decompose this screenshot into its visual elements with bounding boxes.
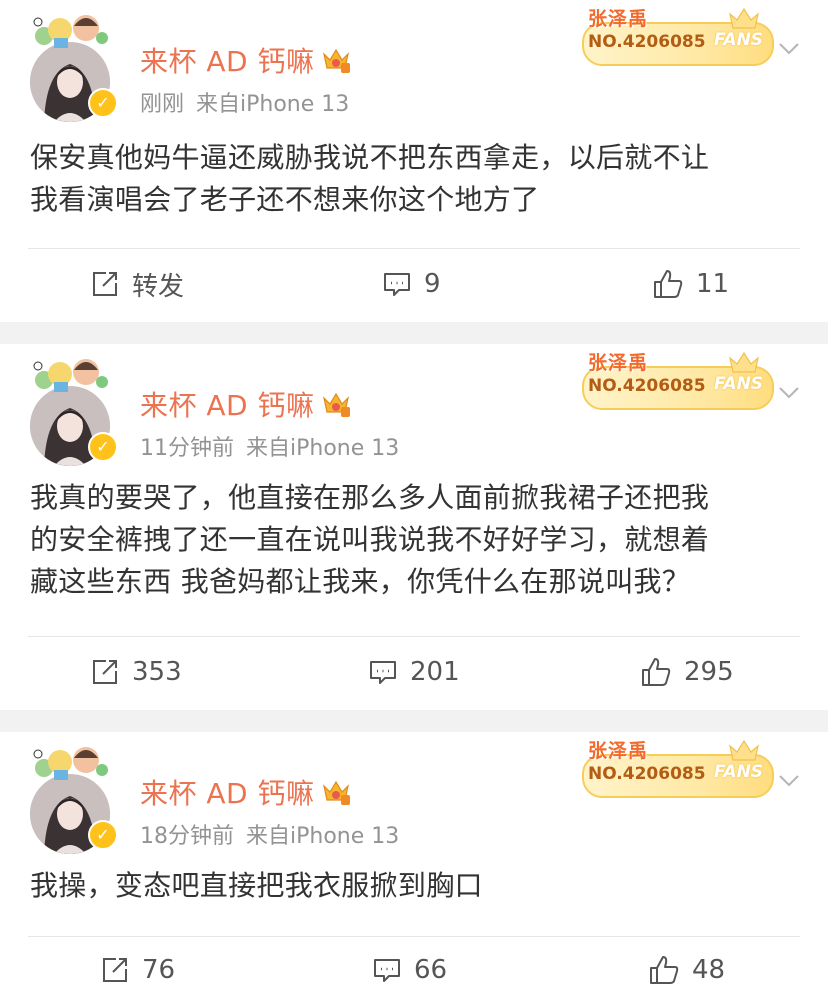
divider	[28, 248, 800, 249]
fans-number: NO.4206085	[588, 376, 706, 396]
thumbs-up-icon	[654, 270, 683, 298]
fans-number: NO.4206085	[588, 764, 706, 784]
repost-button[interactable]: 353	[90, 654, 182, 690]
verified-badge-icon: ✓	[88, 432, 118, 462]
post-meta: 18分钟前 来自iPhone 13	[140, 818, 399, 850]
comment-button[interactable]: 201	[368, 654, 460, 690]
post-body-line: 我看演唱会了老子还不想来你这个地方了	[30, 183, 540, 216]
username[interactable]: 来杯 AD 钙嘛	[140, 40, 351, 80]
avatar-with-pendant[interactable]: ✓	[30, 352, 122, 466]
post-body: 保安真他妈牛逼还威胁我说不把东西拿走，以后就不让 我看演唱会了老子还不想来你这个…	[30, 137, 800, 221]
comment-button[interactable]: 66	[372, 952, 447, 988]
repost-count: 76	[142, 955, 176, 985]
comment-count: 201	[410, 657, 460, 687]
post-body-line: 藏这些东西 我爸妈都让我来，你凭什么在那说叫我？	[30, 565, 691, 598]
weibo-post: ✓ 来杯 AD 钙嘛 18分钟前 来自iPhone 13 张泽禹 NO.42060…	[0, 732, 828, 1000]
like-count: 11	[696, 269, 730, 299]
repost-count: 353	[132, 657, 182, 687]
repost-icon	[93, 272, 117, 296]
comment-count: 9	[424, 269, 441, 299]
post-source: 来自iPhone 13	[246, 824, 400, 849]
thumbs-up-icon	[650, 956, 679, 984]
post-meta: 11分钟前 来自iPhone 13	[140, 430, 399, 462]
comment-count: 66	[414, 955, 448, 985]
post-body-line: 的安全裤拽了还一直在说叫我说我不好好学习，就想着	[30, 523, 710, 556]
weibo-post: ✓ 来杯 AD 钙嘛 11分钟前 来自iPhone 13 张泽禹 NO.42060…	[0, 344, 828, 710]
avatar-pendant-icon	[33, 747, 108, 780]
comment-icon	[384, 273, 410, 296]
post-time: 11分钟前	[140, 436, 234, 461]
fans-badge[interactable]: 张泽禹 NO.4206085 FANS	[578, 348, 774, 410]
fans-badge[interactable]: 张泽禹 NO.4206085 FANS	[578, 4, 774, 66]
avatar-with-pendant[interactable]: ✓	[30, 740, 122, 854]
chevron-down-icon[interactable]	[776, 380, 802, 406]
like-button[interactable]: 295	[640, 654, 734, 690]
divider	[28, 936, 800, 937]
repost-icon	[93, 660, 117, 684]
vip-crown-icon	[322, 48, 350, 73]
repost-button[interactable]: 76	[100, 952, 175, 988]
username[interactable]: 来杯 AD 钙嘛	[140, 384, 351, 424]
post-source: 来自iPhone 13	[246, 436, 400, 461]
repost-count: 转发	[132, 271, 185, 302]
comment-button[interactable]: 9	[382, 266, 441, 302]
fans-crown-icon	[729, 739, 759, 761]
post-meta: 刚刚 来自iPhone 13	[140, 86, 349, 118]
repost-button[interactable]: 转发	[90, 266, 184, 302]
divider	[28, 636, 800, 637]
fans-crown-icon	[729, 351, 759, 373]
fans-number: NO.4206085	[588, 32, 706, 52]
fans-badge[interactable]: 张泽禹 NO.4206085 FANS	[578, 736, 774, 798]
fans-label: FANS	[714, 30, 764, 50]
post-body-line: 保安真他妈牛逼还威胁我说不把东西拿走，以后就不让	[30, 141, 710, 174]
thumbs-up-icon	[642, 658, 671, 686]
comment-icon	[370, 661, 396, 684]
fans-idol-name: 张泽禹	[588, 740, 649, 762]
post-time: 刚刚	[140, 92, 185, 117]
chevron-down-icon[interactable]	[776, 36, 802, 62]
weibo-post: ✓ 来杯 AD 钙嘛 刚刚 来自iPhone 13 张泽禹 NO.4206085 …	[0, 0, 828, 322]
fans-idol-name: 张泽禹	[588, 352, 649, 374]
username[interactable]: 来杯 AD 钙嘛	[140, 772, 351, 812]
like-count: 48	[692, 955, 726, 985]
chevron-down-icon[interactable]	[776, 768, 802, 794]
post-body: 我真的要哭了，他直接在那么多人面前掀我裙子还把我 的安全裤拽了还一直在说叫我说我…	[30, 477, 800, 603]
fans-label: FANS	[714, 762, 764, 782]
verified-badge-icon: ✓	[88, 820, 118, 850]
avatar-pendant-icon	[33, 15, 108, 48]
like-button[interactable]: 48	[648, 952, 725, 988]
repost-icon	[103, 958, 127, 982]
post-body-line: 我操，变态吧直接把我衣服掀到胸口	[30, 869, 483, 902]
fans-crown-icon	[729, 7, 759, 29]
vip-crown-icon	[322, 392, 350, 417]
vip-crown-icon	[322, 780, 350, 805]
comment-icon	[374, 959, 400, 982]
verified-badge-icon: ✓	[88, 88, 118, 118]
like-button[interactable]: 11	[652, 266, 729, 302]
avatar-with-pendant[interactable]: ✓	[30, 8, 122, 122]
avatar-pendant-icon	[33, 359, 108, 392]
like-count: 295	[684, 657, 734, 687]
post-body-line: 我真的要哭了，他直接在那么多人面前掀我裙子还把我	[30, 481, 710, 514]
post-source: 来自iPhone 13	[196, 92, 350, 117]
fans-idol-name: 张泽禹	[588, 8, 649, 30]
fans-label: FANS	[714, 374, 764, 394]
post-body: 我操，变态吧直接把我衣服掀到胸口	[30, 865, 800, 907]
post-time: 18分钟前	[140, 824, 234, 849]
